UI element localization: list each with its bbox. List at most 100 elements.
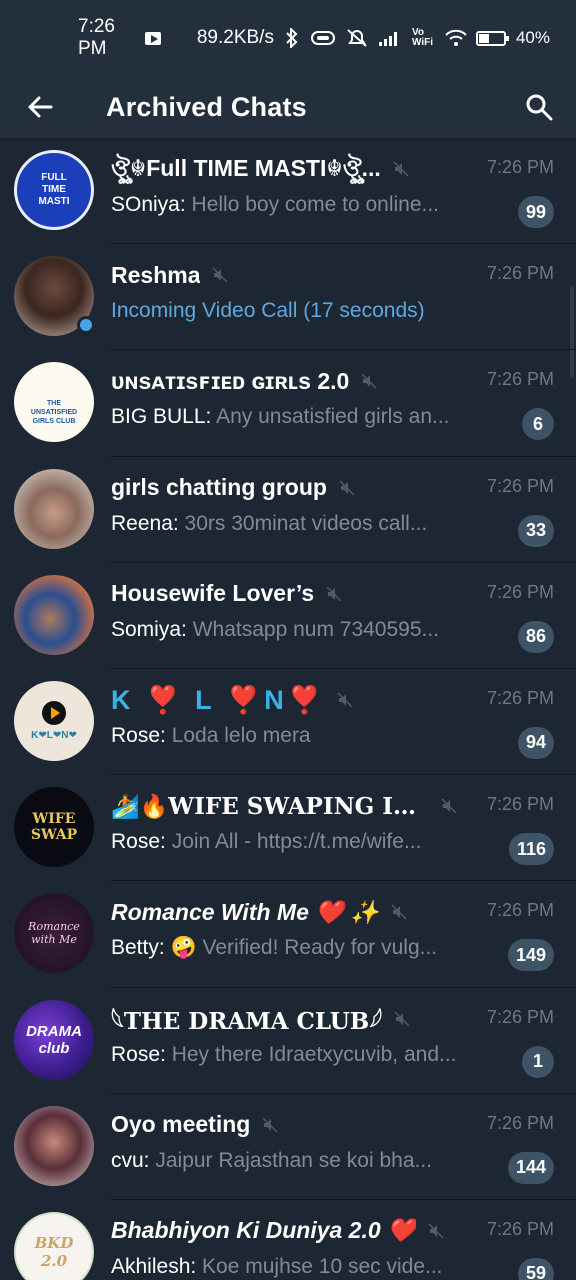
chat-preview: Rose: Hey there Idraetxycuvib, and...	[111, 1043, 492, 1067]
avatar: K❤L❤N❤	[14, 680, 94, 761]
avatar-text: K❤L❤N❤	[31, 730, 77, 742]
avatar-text: WIFE SWAP	[30, 811, 78, 844]
unread-badge: 6	[522, 408, 554, 441]
chat-row-wife-swaping[interactable]: WIFE SWAP 🏄🔥WIFE SWAPING INDI... 7:26 PM…	[0, 775, 576, 882]
chat-preview: Reena: 30rs 30minat videos call...	[111, 512, 492, 536]
chat-row-unsatisfied-girls[interactable]: THE UNSATISFIED GIRLS CLUB ᴜɴsᴀᴛɪsꜰɪᴇᴅ ɢ…	[0, 350, 576, 457]
data-saver-icon	[310, 31, 335, 45]
avatar-text: DRAMA club	[26, 1022, 82, 1057]
avatar: WIFE SWAP	[14, 787, 94, 868]
signal-icon	[378, 32, 397, 46]
chat-name: K ❣️ L ❣️N❣️	[111, 684, 326, 715]
avatar: BKD 2.0	[14, 1211, 94, 1280]
preview-sender: Rose:	[111, 723, 166, 747]
back-button[interactable]	[26, 93, 54, 121]
preview-message: Hey there Idraetxycuvib, and...	[165, 1042, 457, 1066]
chat-preview: Incoming Video Call (17 seconds)	[111, 299, 425, 323]
chat-name: Romance With Me ❤️ ✨	[111, 898, 379, 925]
chat-name: ঔৣ☬Full TIME MASTI☬ঔৣ...	[111, 154, 381, 181]
chat-time: 7:26 PM	[486, 1218, 554, 1239]
avatar: FULL TIME MASTI	[14, 150, 94, 230]
chat-body: Bhabhiyon Ki Duniya 2.0 ❤️ 7:26 PM Akhil…	[111, 1200, 554, 1280]
chat-body: ᴜɴsᴀᴛɪsꜰɪᴇᴅ ɢɪʀʟs 2.0 7:26 PM BIG BULL: …	[111, 350, 554, 456]
muted-icon	[394, 1010, 410, 1027]
bluetooth-icon	[286, 28, 298, 48]
unread-badge: 116	[508, 833, 554, 866]
chat-row-oyo-meeting[interactable]: Oyo meeting 7:26 PM cvu: Jaipur Rajastha…	[0, 1094, 576, 1200]
unread-badge: 1	[522, 1045, 554, 1078]
muted-icon	[326, 586, 342, 602]
page-title: Archived Chats	[106, 91, 307, 122]
chat-row-romance-with-me[interactable]: Romance with Me Romance With Me ❤️ ✨ 7:2…	[0, 881, 576, 988]
chat-body: 🏄🔥WIFE SWAPING INDI... 7:26 PM Rose: Joi…	[111, 775, 554, 881]
chat-name: 𓆩THE DRAMA CLUB𓆪	[111, 1008, 383, 1035]
avatar-text: THE UNSATISFIED GIRLS CLUB	[30, 399, 78, 425]
chat-row-drama-club[interactable]: DRAMA club 𓆩THE DRAMA CLUB𓆪 7:26 PM Rose…	[0, 988, 576, 1094]
preview-sender: Betty:	[111, 936, 165, 960]
preview-message: 🤪 Verified! Ready for vulg...	[164, 936, 438, 960]
battery-percent: 40%	[515, 28, 550, 47]
chat-row-reshma[interactable]: Reshma 7:26 PM Incoming Video Call (17 s…	[0, 244, 576, 351]
muted-icon	[212, 267, 229, 283]
chat-preview: cvu: Jaipur Rajasthan se koi bha...	[111, 1149, 492, 1173]
muted-icon	[339, 480, 355, 496]
preview-sender: SOniya:	[111, 193, 186, 216]
search-button[interactable]	[524, 92, 554, 122]
battery-icon	[475, 30, 509, 46]
app-bar: Archived Chats	[0, 76, 576, 138]
chat-preview: Betty: 🤪 Verified! Ready for vulg...	[111, 936, 492, 960]
unread-badge: 149	[507, 939, 554, 972]
preview-sender: Somiya:	[111, 617, 187, 641]
avatar-text: FULL TIME MASTI	[38, 172, 70, 207]
avatar: DRAMA club	[14, 999, 94, 1080]
chat-time: 7:26 PM	[486, 1006, 554, 1027]
avatar-text: Romance with Me	[28, 920, 80, 947]
wifi-icon	[445, 29, 467, 46]
chat-row-housewife-lovers[interactable]: Housewife Lover’s 7:26 PM Somiya: Whatsa…	[0, 563, 576, 669]
status-icons: Vo WiFi	[284, 28, 468, 48]
preview-message: 30rs 30minat videos call...	[178, 511, 428, 535]
avatar	[14, 468, 94, 549]
chat-row-klpn[interactable]: K❤L❤N❤ K ❣️ L ❣️N❣️ 7:26 PM Rose: Loda l…	[0, 669, 576, 776]
chat-body: K ❣️ L ❣️N❣️ 7:26 PM Rose: Loda lelo mer…	[111, 669, 554, 775]
preview-sender: Akhilesh:	[111, 1254, 197, 1278]
preview-message: Loda lelo mera	[165, 723, 311, 747]
chat-row-girls-chatting-group[interactable]: girls chatting group 7:26 PM Reena: 30rs…	[0, 457, 576, 563]
muted-icon	[337, 692, 353, 708]
preview-message: Any unsatisfied girls an...	[211, 405, 450, 429]
screen-record-icon	[145, 31, 161, 45]
preview-sender: Rose:	[111, 1042, 166, 1066]
chat-name: Oyo meeting	[111, 1111, 251, 1138]
preview-message: Jaipur Rajasthan se koi bha...	[149, 1148, 433, 1172]
chat-time: 7:26 PM	[486, 900, 554, 921]
chat-body: 𓆩THE DRAMA CLUB𓆪 7:26 PM Rose: Hey there…	[111, 988, 554, 1094]
battery-status: 40%	[475, 28, 550, 48]
unread-badge: 144	[507, 1151, 554, 1184]
chat-name: Housewife Lover’s	[111, 580, 315, 607]
avatar-text: BKD 2.0	[34, 1233, 74, 1270]
chat-row-full-time-masti[interactable]: FULL TIME MASTI ঔৣ☬Full TIME MASTI☬ঔৣ...…	[0, 138, 576, 245]
preview-message: Whatsapp num 7340595...	[186, 617, 440, 641]
unread-badge: 86	[517, 620, 554, 653]
mute-icon	[347, 29, 367, 47]
chat-row-bhabhiyon-ki-duniya[interactable]: BKD 2.0 Bhabhiyon Ki Duniya 2.0 ❤️ 7:26 …	[0, 1200, 576, 1280]
preview-sender: Rose:	[111, 830, 166, 854]
chat-name: 🏄🔥WIFE SWAPING INDI...	[111, 792, 429, 820]
search-icon	[526, 94, 553, 121]
chat-body: Oyo meeting 7:26 PM cvu: Jaipur Rajastha…	[111, 1094, 554, 1200]
preview-message: Hello boy come to online...	[185, 193, 440, 216]
vowifi-icon: Vo WiFi	[411, 27, 433, 48]
chat-preview: BIG BULL: Any unsatisfied girls an...	[111, 405, 492, 429]
chat-time: 7:26 PM	[486, 794, 554, 815]
preview-sender: Reena:	[111, 511, 179, 535]
chat-name: girls chatting group	[111, 474, 327, 501]
avatar	[14, 1105, 94, 1186]
chat-body: Romance With Me ❤️ ✨ 7:26 PM Betty: 🤪 Ve…	[111, 881, 554, 987]
preview-sender: BIG BULL:	[111, 405, 212, 429]
status-time: 7:26 PM	[78, 16, 115, 59]
unread-badge: 99	[517, 196, 554, 228]
status-bar: 7:26 PM 89.2KB/s Vo WiFi 40%	[0, 0, 576, 76]
chat-body: girls chatting group 7:26 PM Reena: 30rs…	[111, 457, 554, 563]
chat-preview: Akhilesh: Koe mujhse 10 sec vide...	[111, 1255, 492, 1279]
chat-body: ঔৣ☬Full TIME MASTI☬ঔৣ... 7:26 PM SOniya:…	[111, 138, 554, 244]
